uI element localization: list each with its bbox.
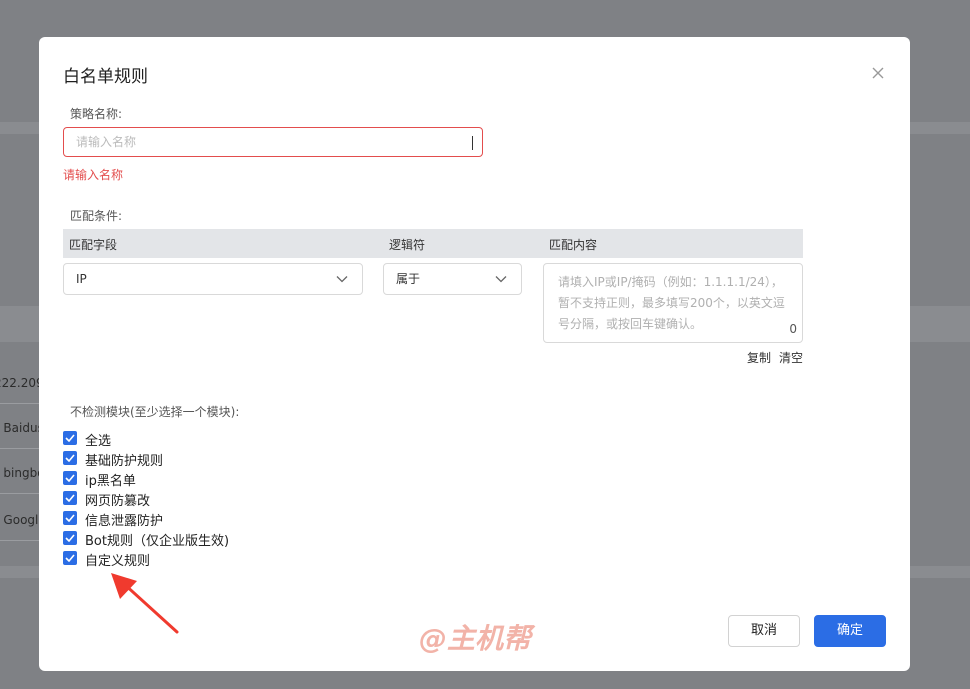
annotation-arrow-icon [111,573,179,634]
column-header-operator: 逻辑符 [389,238,426,252]
match-field-select[interactable]: IP [63,263,363,295]
copy-link[interactable]: 复制 [747,349,771,366]
checkmark-icon [65,454,75,462]
checkbox-label: 信息泄露防护 [85,514,164,529]
checkmark-icon [65,474,75,482]
background-row-text: g Googl [0,513,39,527]
policy-name-error: 请输入名称 [63,168,124,182]
operator-select[interactable]: 属于 [383,263,522,295]
background-row-divider [0,540,40,541]
match-content-textarea[interactable]: 请填入IP或IP/掩码（例如：1.1.1.1/24），暂不支持正则，最多填写20… [543,263,803,343]
policy-name-label: 策略名称: [70,107,123,121]
checkmark-icon [65,534,75,542]
policy-name-placeholder: 请输入名称 [76,135,137,149]
checkbox-label: 基础防护规则 [85,454,164,469]
checkbox[interactable] [63,551,77,565]
background-row-text: g bingbo [0,466,45,480]
checkbox-label: ip黑名单 [85,474,136,489]
checkbox-label: 全选 [85,434,112,449]
checkmark-icon [65,514,75,522]
close-icon[interactable] [870,65,886,81]
checkmark-icon [65,434,75,442]
background-row-divider [0,448,40,449]
whitelist-rule-dialog: 白名单规则 策略名称: 请输入名称 请输入名称 匹配条件: 匹配字段 逻辑符 匹… [39,37,910,671]
checkbox[interactable] [63,491,77,505]
clear-link[interactable]: 清空 [779,349,803,366]
dialog-title: 白名单规则 [63,67,148,87]
match-field-value: IP [76,272,87,286]
checkbox-label: 网页防篡改 [85,494,151,509]
watermark: @主机帮 [419,622,532,655]
chevron-down-icon [336,276,348,283]
checkbox[interactable] [63,471,77,485]
match-content-placeholder: 请填入IP或IP/掩码（例如：1.1.1.1/24），暂不支持正则，最多填写20… [558,275,785,331]
checkbox-label: 自定义规则 [85,554,151,569]
background-row-divider [0,493,40,494]
checkmark-icon [65,554,75,562]
background-row-text: g Baidus [0,421,44,435]
background-row-divider [0,403,40,404]
cancel-button[interactable]: 取消 [728,615,800,647]
text-caret [472,136,473,150]
checkbox-label: Bot规则（仅企业版生效) [85,534,230,549]
column-header-content: 匹配内容 [549,238,598,252]
character-counter: 0 [789,322,797,336]
policy-name-input[interactable]: 请输入名称 [63,127,483,157]
chevron-down-icon [495,276,507,283]
checkbox[interactable] [63,451,77,465]
modules-label: 不检测模块(至少选择一个模块): [70,405,240,419]
operator-value: 属于 [396,272,421,286]
confirm-button[interactable]: 确定 [814,615,886,647]
conditions-table-header: 匹配字段 逻辑符 匹配内容 [63,229,803,258]
checkbox[interactable] [63,431,77,445]
column-header-field: 匹配字段 [69,238,118,252]
checkmark-icon [65,494,75,502]
checkbox[interactable] [63,531,77,545]
match-conditions-label: 匹配条件: [70,209,123,223]
checkbox[interactable] [63,511,77,525]
